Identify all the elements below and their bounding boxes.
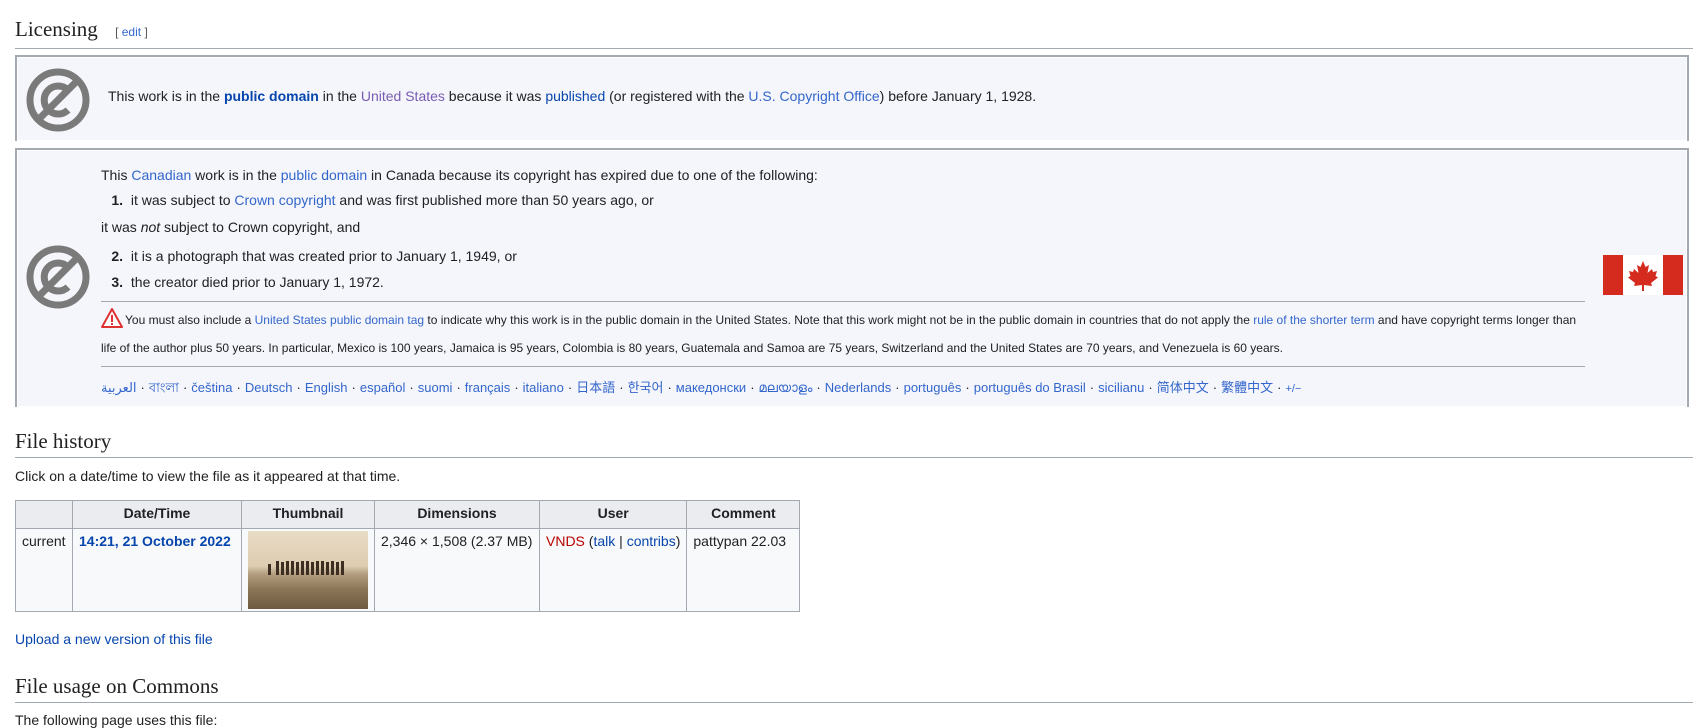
language-link[interactable]: 日本語: [576, 380, 615, 395]
language-separator: ·: [296, 380, 301, 395]
language-link[interactable]: français: [465, 380, 511, 395]
language-links: العربية · বাংলা · čeština · Deutsch · English · es…: [101, 367, 1591, 400]
shorter-term-link[interactable]: rule of the shorter term: [1253, 313, 1374, 327]
table-row: current 14:21, 21 October 2022 2,346 × 1…: [15, 528, 801, 612]
language-separator: ·: [514, 380, 519, 395]
language-separator: ·: [895, 380, 900, 395]
row-status: current: [15, 528, 73, 612]
file-history-table: Date/Time Thumbnail Dimensions User Comm…: [15, 500, 801, 612]
criteria-list-1: 1. it was subject to Crown copyright and…: [107, 187, 1591, 213]
united-states-link[interactable]: United States: [361, 88, 445, 104]
col-header-thumbnail: Thumbnail: [241, 500, 375, 529]
public-domain-icon: [26, 245, 90, 312]
language-separator: ·: [750, 380, 755, 395]
upload-new-version-link[interactable]: Upload a new version of this file: [15, 631, 213, 647]
language-separator: ·: [351, 380, 356, 395]
us-pd-tag-link[interactable]: United States public domain tag: [255, 313, 424, 327]
language-link[interactable]: 简体中文: [1157, 380, 1209, 395]
language-separator: ·: [456, 380, 461, 395]
language-link[interactable]: 한국어: [628, 380, 664, 395]
row-datetime: 14:21, 21 October 2022: [72, 528, 242, 612]
row-comment: pattypan 22.03: [686, 528, 801, 612]
canada-pd-content: This Canadian work is in the public doma…: [101, 163, 1591, 400]
criterion-3: 3. the creator died prior to January 1, …: [111, 274, 384, 290]
canadian-link[interactable]: Canadian: [131, 167, 191, 183]
language-separator: ·: [1089, 380, 1095, 395]
criteria-list-2: 2. it is a photograph that was created p…: [107, 243, 1591, 295]
language-link[interactable]: العربية: [101, 380, 137, 395]
user-contribs-link[interactable]: contribs: [627, 533, 676, 549]
licensing-heading-text: Licensing: [15, 17, 98, 41]
language-link[interactable]: 繁體中文: [1221, 380, 1273, 395]
language-separator: ·: [182, 380, 188, 395]
col-header-dimensions: Dimensions: [374, 500, 540, 529]
warning-icon: [101, 308, 123, 336]
criterion-1: 1. it was subject to Crown copyright and…: [111, 192, 654, 208]
public-domain-icon: [26, 68, 90, 135]
col-header-user: User: [538, 500, 688, 529]
user-link[interactable]: VNDS: [546, 533, 585, 549]
language-link[interactable]: español: [360, 380, 406, 395]
language-separator: ·: [1148, 380, 1153, 395]
language-link[interactable]: italiano: [523, 380, 564, 395]
col-header-status: [15, 500, 73, 529]
language-separator: ·: [667, 380, 672, 395]
row-thumbnail: [241, 528, 375, 612]
language-link[interactable]: português: [904, 380, 962, 395]
language-link[interactable]: čeština: [191, 380, 232, 395]
language-link[interactable]: македонски: [676, 380, 746, 395]
language-separator: ·: [1277, 380, 1282, 395]
col-header-comment: Comment: [686, 500, 801, 529]
thumbnail-image[interactable]: [248, 531, 368, 609]
published-link[interactable]: published: [545, 88, 605, 104]
us-pd-license-box: This work is in the public domain in the…: [15, 55, 1689, 141]
language-link[interactable]: മലയാളം: [759, 380, 813, 395]
edit-section: [ edit ]: [115, 25, 148, 39]
language-link[interactable]: português do Brasil: [974, 380, 1086, 395]
file-usage-heading: File usage on Commons: [15, 673, 1693, 703]
user-talk-link[interactable]: talk: [593, 533, 615, 549]
language-link[interactable]: Nederlands: [825, 380, 892, 395]
us-pd-text: This work is in the public domain in the…: [108, 88, 1037, 104]
criteria-middle-text: it was not subject to Crown copyright, a…: [101, 219, 361, 235]
language-separator: ·: [965, 380, 970, 395]
language-link[interactable]: sicilianu: [1098, 380, 1144, 395]
row-user: VNDS (talk | contribs): [538, 528, 688, 612]
language-link[interactable]: Deutsch: [245, 380, 293, 395]
language-separator: ·: [816, 380, 821, 395]
public-domain-link[interactable]: public domain: [281, 167, 367, 183]
language-separator: ·: [409, 380, 414, 395]
canada-flag-icon: [1603, 255, 1683, 298]
language-link[interactable]: English: [305, 380, 348, 395]
language-separator: ·: [140, 380, 145, 395]
datetime-link[interactable]: 14:21, 21 October 2022: [79, 533, 231, 549]
criterion-2: 2. it is a photograph that was created p…: [111, 248, 517, 264]
file-usage-intro: The following page uses this file:: [15, 712, 218, 728]
public-domain-link[interactable]: public domain: [224, 88, 319, 104]
translate-edit-link[interactable]: +/−: [1285, 383, 1301, 395]
language-separator: ·: [1212, 380, 1218, 395]
us-tag-warning: You must also include a United States pu…: [101, 302, 1585, 366]
canada-pd-license-box: This Canadian work is in the public doma…: [15, 148, 1689, 407]
language-link[interactable]: suomi: [418, 380, 453, 395]
language-separator: ·: [619, 380, 624, 395]
file-history-intro: Click on a date/time to view the file as…: [15, 468, 401, 484]
edit-section-link[interactable]: edit: [122, 25, 141, 39]
file-history-heading: File history: [15, 428, 1693, 458]
table-header-row: Date/Time Thumbnail Dimensions User Comm…: [15, 500, 801, 529]
col-header-datetime: Date/Time: [72, 500, 242, 529]
language-separator: ·: [236, 380, 241, 395]
copyright-office-link[interactable]: U.S. Copyright Office: [748, 88, 879, 104]
row-dimensions: 2,346 × 1,508 (2.37 MB): [374, 528, 540, 612]
language-link[interactable]: বাংলা: [149, 380, 179, 395]
licensing-heading: Licensing [ edit ]: [15, 16, 1693, 49]
canada-pd-intro: This Canadian work is in the public doma…: [101, 167, 818, 183]
crown-copyright-link[interactable]: Crown copyright: [234, 192, 335, 208]
language-separator: ·: [567, 380, 573, 395]
